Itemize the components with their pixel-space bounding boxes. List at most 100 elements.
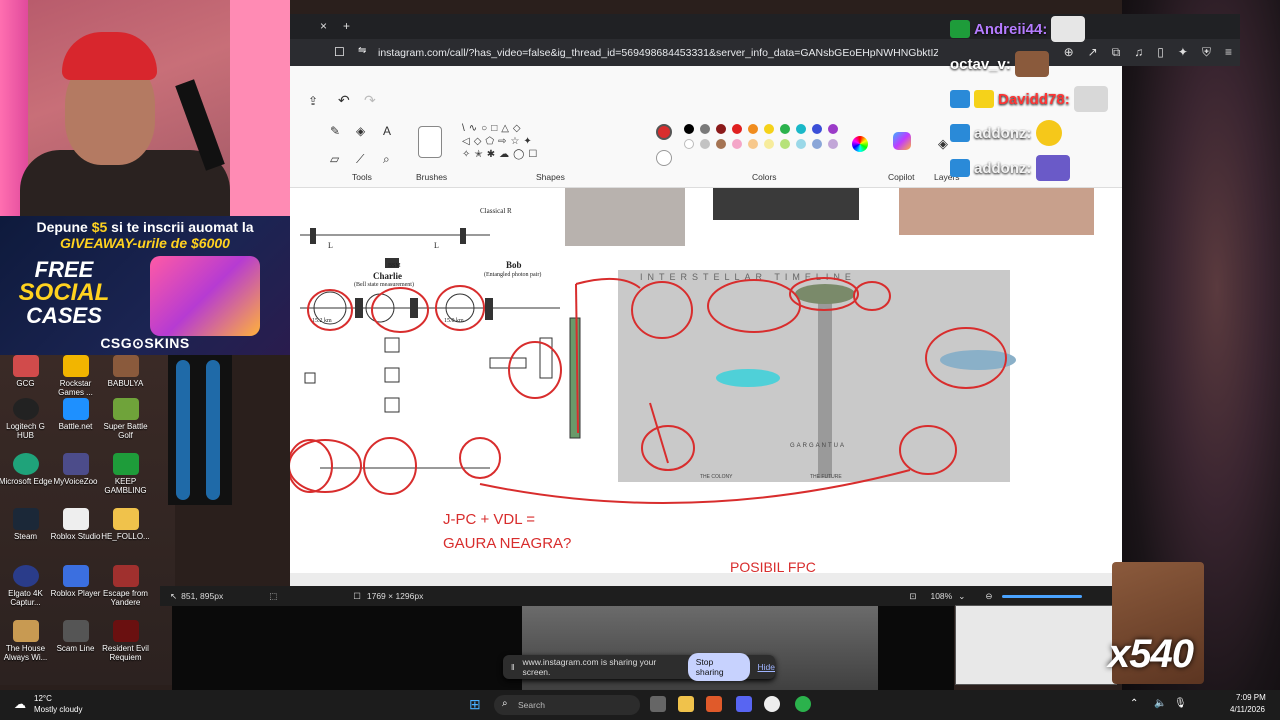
new-tab-icon[interactable]: + [343,19,350,33]
swatch-green[interactable] [780,124,790,134]
volume-icon[interactable]: 🔈 [1154,698,1166,709]
text-icon[interactable]: A [383,124,391,138]
hide-link[interactable]: Hide [758,662,775,672]
desktop-icon-house-always-wins[interactable]: The House Always Wi... [0,620,53,662]
fill-icon[interactable]: ◈ [356,124,365,138]
horizontal-scrollbar[interactable] [290,573,1122,586]
copilot-icon[interactable] [893,132,911,150]
label-colony: THE COLONY [700,474,733,480]
edit-colors-icon[interactable] [852,136,868,152]
swatch-orange[interactable] [748,124,758,134]
zoom-slider[interactable] [1002,594,1083,598]
volume-slider-2[interactable] [206,360,220,500]
brushes-button[interactable] [418,126,442,158]
swatch-gray[interactable] [700,124,710,134]
stop-sharing-button[interactable]: Stop sharing [687,653,750,681]
magnifier-icon[interactable]: ⌕ [383,152,390,167]
swatch-red[interactable] [732,124,742,134]
clock-date[interactable]: 4/11/2026 [1230,705,1265,714]
paint-canvas[interactable]: Charlie (Bell state measurement) Bob (En… [290,188,1122,573]
discord-icon[interactable] [736,696,752,712]
desktop-icon-roblox-player[interactable]: Roblox Player [48,565,103,598]
file-explorer-icon[interactable] [678,696,694,712]
color-2[interactable] [656,150,672,166]
swatch-purple[interactable] [828,124,838,134]
desktop-icon-escape-yandere[interactable]: Escape from Yandere [98,565,153,607]
desktop-icon-steam[interactable]: Steam [0,508,53,541]
mic-icon[interactable]: 🎙 [1174,698,1187,709]
desktop-icon-roblox-studio[interactable]: Roblox Studio [48,508,103,541]
desktop-icon-super-battle-golf[interactable]: Super Battle Golf [98,398,153,440]
menu-icon[interactable]: ≡ [1225,45,1232,60]
obs-icon[interactable] [764,696,780,712]
redo-icon[interactable]: ↷ [364,92,376,109]
globe-icon[interactable] [795,696,811,712]
taskbar-search[interactable]: ⌕ Search [494,695,640,715]
swatch-slate[interactable] [812,139,822,149]
brave-icon[interactable] [706,696,722,712]
bookmark-icon[interactable]: ☐ [334,45,345,59]
clock-time[interactable]: 7:09 PM [1236,693,1266,702]
weather-temp[interactable]: 12°C [34,694,52,703]
label-future: THE FUTURE [810,474,842,480]
close-tab-icon[interactable]: × [320,19,327,33]
site-info-icon[interactable]: ⇋ [358,45,366,56]
swatch-black[interactable] [684,124,694,134]
swatch-white[interactable] [684,139,694,149]
zoom-dropdown-icon[interactable]: ⌄ [958,591,965,602]
label-charlie: Charlie [373,271,402,281]
sword-badge [950,159,970,177]
music-icon[interactable]: ♫ [1134,45,1143,60]
desktop-icon-gcg[interactable]: GCG [0,355,53,388]
desktop-icon-folder[interactable]: HE_FOLLO... [98,508,153,541]
url-text[interactable]: instagram.com/call/?has_video=false&ig_t… [378,47,938,59]
weather-icon[interactable]: ☁ [14,697,26,711]
color-1-active[interactable] [656,124,672,140]
eraser-icon[interactable]: ▱ [330,152,339,166]
swatch-lime[interactable] [780,139,790,149]
ad-line-1: Depune $5 si te inscrii auomat la [36,219,254,235]
pencil-icon[interactable]: ✎ [330,124,340,138]
desktop-icon-myvoicezoo[interactable]: MyVoiceZoo [48,453,103,486]
swatch-blue[interactable] [812,124,822,134]
volume-slider-1[interactable] [176,360,190,500]
sidebar-icon[interactable]: ▯ [1157,45,1164,60]
cat-emote [1073,86,1108,112]
desktop-icon-rockstar[interactable]: Rockstar Games ... [48,355,103,397]
chat-line-2: octav_v: [950,51,1049,77]
layers-icon[interactable]: ◈ [938,136,948,152]
undo-icon[interactable]: ↶ [338,92,350,109]
task-view-icon[interactable] [650,696,666,712]
shield-icon[interactable]: ⛨ [1202,45,1211,60]
tray-chevron-icon[interactable]: ⌃ [1130,698,1138,709]
swatch-lightyellow[interactable] [764,139,774,149]
color-picker-icon[interactable]: ⟋ [356,152,364,167]
fit-icon[interactable]: ⊡ [909,591,916,602]
star-icon[interactable]: ✦ [1178,45,1188,60]
zoom-level[interactable]: 108% [930,591,952,601]
swatch-lavender[interactable] [828,139,838,149]
swatch-darkred[interactable] [716,124,726,134]
shapes-gallery[interactable]: \∿○□△◇ ◁◇⬠⇨☆✦ ✧✭✱☁◯☐ [462,122,562,162]
desktop-icon-elgato[interactable]: Elgato 4K Captur... [0,565,53,607]
swatch-lightgray[interactable] [700,139,710,149]
windows-start-icon[interactable]: ⊞ [469,696,481,713]
swatch-cyan[interactable] [796,124,806,134]
desktop-icon-logitech[interactable]: Logitech G HUB [0,398,53,440]
label-bob: Bob [506,260,522,270]
weather-desc[interactable]: Mostly cloudy [34,705,82,714]
desktop-icon-babulya[interactable]: BABULYA [98,355,153,388]
share-icon[interactable]: ⇪ [308,94,318,108]
zoom-out-icon[interactable]: ⊖ [985,591,992,602]
desktop-icon-scam-line[interactable]: Scam Line [48,620,103,653]
swatch-peach[interactable] [748,139,758,149]
desktop-icon-edge[interactable]: Microsoft Edge [0,453,53,486]
desktop-icon-keep-gambling[interactable]: KEEP GAMBLING [98,453,153,495]
swatch-pink[interactable] [732,139,742,149]
swatch-lightblue[interactable] [796,139,806,149]
swatch-yellow[interactable] [764,124,774,134]
desktop-icon-battlenet[interactable]: Battle.net [48,398,103,431]
desktop-icon-resident-evil[interactable]: Resident Evil Requiem [98,620,153,662]
giveaway-ad-banner[interactable]: Depune $5 si te inscrii auomat la GIVEAW… [0,216,290,355]
swatch-brown[interactable] [716,139,726,149]
